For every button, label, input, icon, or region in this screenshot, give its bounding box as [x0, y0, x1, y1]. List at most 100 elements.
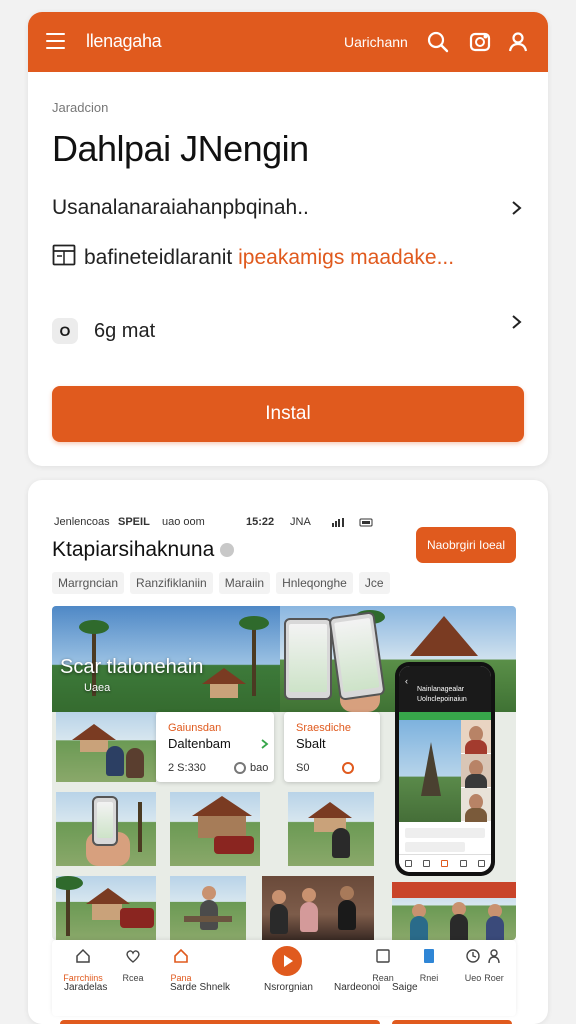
person-icon — [488, 949, 500, 964]
search-icon[interactable] — [426, 30, 450, 54]
status-carrier: uao oom — [162, 516, 205, 528]
place-card-title: Daltenbam — [168, 736, 231, 751]
bookmark-icon — [424, 949, 434, 963]
palm-tree — [138, 802, 142, 852]
status-left: Jenlencoas — [54, 516, 110, 528]
heart-icon — [126, 950, 140, 963]
phone-in-hand-image — [328, 611, 386, 701]
person-figure — [300, 902, 318, 932]
phone-mockup: ‹ Nainlanagealar Uolnclepoinaiun — [395, 662, 495, 876]
place-card[interactable]: Gaiunsdan Daltenbam 2 S:330 bao — [156, 712, 274, 782]
place-card-meta: 2 S:330 — [168, 762, 206, 774]
palm-tree — [252, 622, 256, 696]
person-photo — [170, 876, 246, 940]
next-card-peek — [60, 1020, 380, 1024]
house-roof — [192, 796, 252, 816]
phone-line: Uolnclepoinaiun — [417, 696, 467, 703]
phone-in-hand-image — [284, 618, 332, 700]
person-figure — [332, 828, 350, 858]
temple-roof — [410, 616, 478, 656]
hut-roof — [86, 888, 130, 904]
square-icon — [376, 949, 390, 963]
status-brand: SPEIL — [118, 516, 150, 528]
user-name-link[interactable]: Uarichann — [344, 34, 408, 50]
hut-roof — [72, 724, 116, 740]
person-figure — [486, 916, 504, 940]
person-head — [302, 888, 316, 902]
nav-sub-label[interactable]: Sarde Shnelk — [170, 982, 230, 993]
hero-photo: Scar tlalonehain Uaea — [52, 606, 280, 712]
temple-photo — [399, 720, 461, 822]
camera-icon[interactable] — [468, 30, 492, 54]
category-chips: Marrgncian Ranzifiklaniin Maraiin Hnleqo… — [52, 572, 390, 594]
person-head — [340, 886, 354, 900]
table-image — [184, 916, 232, 922]
nav-item-profile[interactable]: Roer — [472, 948, 516, 983]
place-card[interactable]: Sraesdiche Sbalt S0 — [284, 712, 380, 782]
chevron-right-icon[interactable] — [510, 312, 524, 332]
nav-item-places[interactable]: Pana — [152, 948, 210, 983]
bottom-navigation: Farrchiins Rcea Pana Rean Rnei Ueo Roer … — [52, 940, 516, 1016]
face-photo — [461, 788, 491, 822]
breadcrumb: Jaradcion — [52, 100, 109, 115]
install-button[interactable]: Instal — [52, 386, 524, 442]
village-photo — [56, 712, 156, 782]
app-title: llenagaha — [86, 31, 162, 51]
hut-roof — [202, 668, 246, 684]
app-preview-card: Jenlencoas SPEIL uao oom 15:22 JNA Ktapi… — [28, 480, 548, 1024]
profile-icon[interactable] — [506, 30, 530, 54]
hut-wall — [80, 740, 108, 752]
home-icon — [76, 948, 90, 963]
place-card-title: Sbalt — [296, 736, 326, 751]
nav-sub-label[interactable]: Saige — [392, 982, 418, 993]
chevron-right-icon — [512, 201, 522, 215]
place-card-meta: S0 — [296, 762, 310, 774]
details-link-row[interactable]: Usanalanaraiahanpbqinah.. — [52, 196, 524, 220]
notice-text: bafineteidlaranit ipeakamigs maadake... — [84, 246, 454, 270]
menu-icon[interactable] — [46, 33, 66, 51]
hut-wall — [92, 904, 122, 920]
nav-sub-label[interactable]: Nardeonoi — [334, 982, 380, 993]
chip[interactable]: Hnleqonghe — [276, 572, 353, 594]
notice-text-main: bafineteidlaranit — [84, 246, 233, 269]
market-awning — [392, 882, 516, 898]
hero-subtitle: Uaea — [84, 682, 111, 694]
phone-progress — [399, 712, 491, 720]
nav-label: Roer — [484, 973, 504, 983]
option-label: 6g mat — [94, 320, 156, 342]
palm-tree — [79, 620, 109, 634]
nav-sub-label[interactable]: Jaradelas — [64, 982, 107, 993]
chevron-right-icon — [261, 739, 269, 749]
chip[interactable]: Marrgncian — [52, 572, 125, 594]
primary-action-button[interactable]: Naobrgiri Ioeal — [416, 527, 516, 563]
next-card-peek — [392, 1020, 512, 1024]
person-head — [202, 886, 216, 900]
chip[interactable]: Ranzifiklaniin — [130, 572, 213, 594]
screenshot-gallery[interactable]: Scar tlalonehain Uaea Gaiunsdan Daltenba… — [52, 606, 516, 940]
palm-tree — [239, 616, 269, 630]
village-photo — [288, 792, 374, 866]
chip[interactable]: Maraiin — [218, 572, 271, 594]
place-card-toggle-label: bao — [250, 762, 269, 774]
status-time: 15:22 — [246, 516, 275, 528]
hut-roof — [308, 802, 352, 818]
phone-nav — [399, 854, 491, 872]
signal-battery-icon — [332, 518, 373, 527]
person-figure — [270, 904, 288, 934]
phone-in-hand-image — [92, 796, 118, 846]
verified-badge-icon — [220, 543, 235, 558]
face-photo — [461, 754, 491, 788]
nav-sub-label[interactable]: Nsrorgnian — [264, 982, 313, 993]
village-photo — [56, 876, 156, 940]
toggle-icon[interactable] — [342, 762, 354, 774]
notice-highlight-link[interactable]: ipeakamigs maadake... — [238, 246, 454, 269]
install-card: llenagaha Uarichann Jaradcion Dahlpai JN… — [28, 12, 548, 466]
phone-screen: ‹ Nainlanagealar Uolnclepoinaiun — [399, 666, 491, 872]
chip[interactable]: Jce — [358, 572, 390, 594]
toggle-icon[interactable] — [234, 762, 246, 774]
person-figure — [450, 914, 468, 940]
app-name-text: Ktapiarsihaknuna — [52, 538, 215, 561]
house-photo — [170, 792, 260, 866]
person-figure — [410, 916, 428, 940]
play-button[interactable] — [272, 946, 302, 976]
